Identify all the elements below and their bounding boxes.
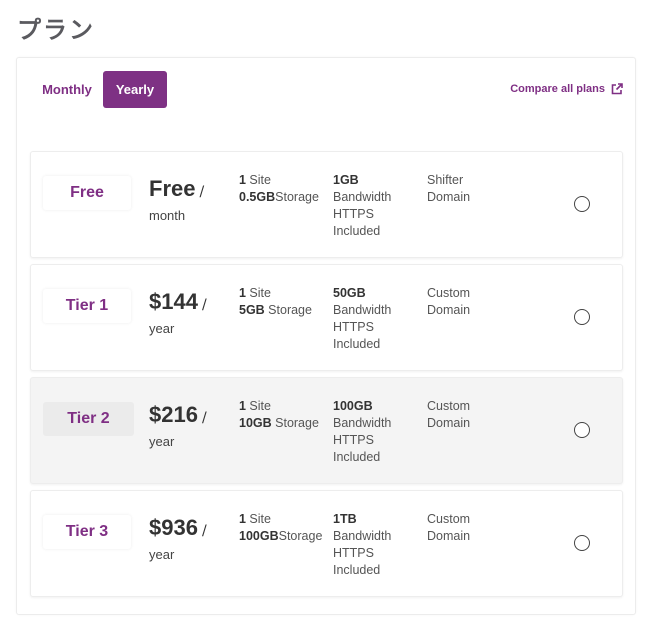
site-label: Site [245,286,271,300]
domain-info: Shifter Domain [427,172,497,206]
plan-radio[interactable] [574,309,590,325]
sites-storage-info: 1 Site 10GB Storage [239,398,327,432]
plan-row-free[interactable]: Free Free / month 1 Site 0.5GBStorage 1GB… [30,151,623,258]
storage-amount: 10GB [239,416,272,430]
price-period: year [149,434,175,449]
price-slash: / [201,523,207,539]
bandwidth-label: Bandwidth [333,303,392,317]
plan-row-tier-3[interactable]: Tier 3 $936/ year 1 Site 100GBStorage 1T… [30,490,623,597]
domain-type: Custom [427,286,471,300]
bandwidth-amount: 100GB [333,399,373,413]
bandwidth-info: 1GB Bandwidth HTTPS Included [333,172,413,240]
plan-price: Free / month [149,176,229,223]
price-slash: / [201,297,207,313]
storage-amount: 0.5GB [239,190,276,204]
plan-price: $936/ year [149,515,229,562]
plan-price: $144/ year [149,289,229,336]
storage-label: Storage [275,190,319,204]
price-period: year [149,547,175,562]
domain-type: Custom [427,399,471,413]
domain-label: Domain [427,416,471,430]
plan-price: $216/ year [149,402,229,449]
domain-info: Custom Domain [427,398,497,432]
site-count: 1 [239,173,246,187]
price-slash: / [199,184,205,200]
https-label: HTTPS [333,320,374,334]
storage-amount: 5GB [239,303,265,317]
domain-type: Custom [427,512,471,526]
https-included-label: Included [333,224,381,238]
sites-storage-info: 1 Site 100GBStorage [239,511,327,545]
site-count: 1 [239,512,246,526]
price-amount: $144 [149,289,198,314]
bandwidth-amount: 1GB [333,173,359,187]
site-label: Site [245,173,271,187]
plan-row-tier-1[interactable]: Tier 1 $144/ year 1 Site 5GB Storage 50G… [30,264,623,371]
site-label: Site [245,512,271,526]
sites-storage-info: 1 Site 0.5GBStorage [239,172,327,206]
compare-all-plans-link[interactable]: Compare all plans [510,83,623,95]
https-included-label: Included [333,450,381,464]
bandwidth-label: Bandwidth [333,529,392,543]
site-label: Site [245,399,271,413]
plan-row-tier-2[interactable]: Tier 2 $216/ year 1 Site 10GB Storage 10… [30,377,623,484]
page-title: プラン [17,16,95,44]
bandwidth-amount: 50GB [333,286,366,300]
yearly-toggle-button[interactable]: Yearly [103,71,167,108]
plan-name-badge: Tier 2 [43,402,134,436]
https-label: HTTPS [333,433,374,447]
https-included-label: Included [333,563,381,577]
monthly-toggle-button[interactable]: Monthly [41,71,103,108]
domain-label: Domain [427,190,471,204]
plan-name-badge: Tier 1 [43,289,131,323]
plan-name-badge: Free [43,176,131,210]
https-included-label: Included [333,337,381,351]
storage-amount: 100GB [239,529,279,543]
price-period: year [149,321,175,336]
price-amount: $936 [149,515,198,540]
domain-label: Domain [427,303,471,317]
price-slash: / [201,410,207,426]
price-amount: Free [149,176,196,201]
https-label: HTTPS [333,207,374,221]
site-count: 1 [239,286,246,300]
bandwidth-amount: 1TB [333,512,357,526]
domain-info: Custom Domain [427,511,497,545]
plan-name-badge: Tier 3 [43,515,131,549]
compare-all-plans-label: Compare all plans [510,83,605,95]
bandwidth-info: 50GB Bandwidth HTTPS Included [333,285,413,353]
plan-radio[interactable] [574,535,590,551]
domain-info: Custom Domain [427,285,497,319]
plan-radio[interactable] [574,196,590,212]
storage-label: Storage [271,416,319,430]
sites-storage-info: 1 Site 5GB Storage [239,285,327,319]
storage-label: Storage [278,529,323,543]
plans-panel: Monthly Yearly Compare all plans Free Fr… [16,57,636,615]
bandwidth-info: 1TB Bandwidth HTTPS Included [333,511,413,579]
price-amount: $216 [149,402,198,427]
price-period: month [149,208,186,223]
external-link-icon [611,83,623,95]
plan-radio[interactable] [574,422,590,438]
bandwidth-info: 100GB Bandwidth HTTPS Included [333,398,413,466]
domain-label: Domain [427,529,471,543]
billing-toggle: Monthly Yearly [41,71,167,108]
site-count: 1 [239,399,246,413]
bandwidth-label: Bandwidth [333,416,392,430]
storage-label: Storage [264,303,312,317]
https-label: HTTPS [333,546,374,560]
domain-type: Shifter [427,173,464,187]
bandwidth-label: Bandwidth [333,190,392,204]
